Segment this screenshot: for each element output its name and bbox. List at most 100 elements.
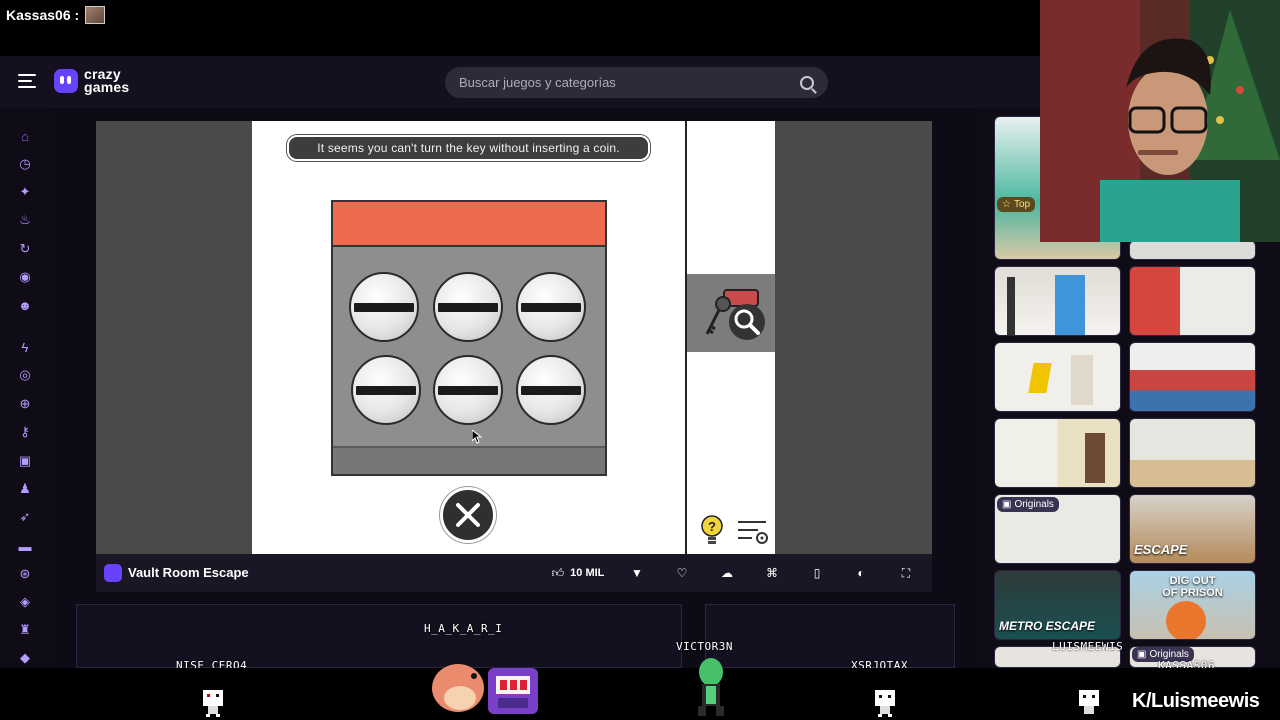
stream-user-avatar xyxy=(85,6,106,24)
favorite-button[interactable]: ♡ xyxy=(671,563,693,583)
theater-button[interactable]: ◐ xyxy=(850,563,872,583)
users-icon[interactable]: ☻ xyxy=(17,297,33,313)
close-button[interactable] xyxy=(440,487,496,543)
search-input[interactable] xyxy=(459,75,800,90)
coin-machine-base xyxy=(333,446,605,474)
theater-icon: ◐ xyxy=(857,566,865,580)
hint-lightbulb-icon[interactable]: ? xyxy=(700,515,724,547)
fullscreen-button[interactable]: ⛶ xyxy=(895,563,917,583)
like-button[interactable]: 👍︎ 10 MIL xyxy=(548,563,608,583)
game-tile[interactable] xyxy=(1129,418,1256,488)
coin-machine[interactable] xyxy=(331,200,607,476)
top-badge: ☆ Top xyxy=(997,197,1036,212)
svg-text:?: ? xyxy=(708,519,716,534)
coin-slot[interactable] xyxy=(516,272,586,342)
viewer-name: H_A_K_A_R_I xyxy=(424,622,503,635)
crazygames-small-icon: ▣ xyxy=(1002,499,1012,510)
pixel-character-icon xyxy=(432,664,538,714)
heart-icon: ♡ xyxy=(676,566,688,580)
left-sidebar: ⌂ ◷ ✦ ♨ ↻ ◉ ☻ ϟ ◎ ⊕ ⚷ ▣ ♟ ➶ ▬ ⊛ ◈ ♜ ◆ xyxy=(0,108,50,668)
game-tile[interactable]: ▣ Originals xyxy=(994,494,1121,564)
tile-title: ESCAPE xyxy=(1134,542,1188,557)
game-tile[interactable]: DIG OUT OF PRISON xyxy=(1129,570,1256,640)
viewer-name: VICTOR3N xyxy=(676,640,733,653)
tag-icon[interactable]: ◆ xyxy=(17,650,33,666)
car-icon[interactable]: ▬ xyxy=(17,538,33,554)
game-tile[interactable] xyxy=(1129,342,1256,412)
close-icon xyxy=(456,503,480,527)
coin-slot[interactable] xyxy=(433,355,503,425)
tile-title-line2: OF PRISON xyxy=(1162,587,1223,599)
embed-button[interactable]: ⌘ xyxy=(761,563,783,583)
mobile-button[interactable]: ▯ xyxy=(806,563,828,583)
viewer-name: LUISMEEWIS xyxy=(1052,640,1124,653)
tile-title-line1: DIG OUT xyxy=(1169,575,1216,587)
coin-slot[interactable] xyxy=(433,272,503,342)
tile-title: METRO ESCAPE xyxy=(999,619,1096,633)
coin-machine-top-panel xyxy=(333,202,605,247)
pixel-avatar-icon xyxy=(1079,690,1099,714)
figure-icon[interactable]: ♜ xyxy=(17,622,33,638)
game-tile[interactable]: ESCAPE xyxy=(1129,494,1256,564)
stream-user-label: Kassas06 : xyxy=(6,6,106,24)
search-icon[interactable] xyxy=(800,75,814,90)
game-message: It seems you can't turn the key without … xyxy=(287,135,650,161)
pixel-avatar-icon xyxy=(203,690,223,717)
game-tile[interactable] xyxy=(994,418,1121,488)
stream-brand-tag: K/Luismeewis xyxy=(1132,690,1260,712)
mouse-cursor-icon xyxy=(472,430,482,444)
flame-icon[interactable]: ♨ xyxy=(17,212,33,228)
logo-text-line2: games xyxy=(84,79,130,95)
clock-icon[interactable]: ◷ xyxy=(17,156,33,172)
coin-slot[interactable] xyxy=(516,355,586,425)
crazygames-logo-icon xyxy=(54,69,78,93)
basketball-icon[interactable]: ⊕ xyxy=(17,396,33,412)
thumbs-down-icon: ▼ xyxy=(631,566,643,580)
game-title: Vault Room Escape xyxy=(128,565,249,580)
star-icon: ☆ xyxy=(1002,199,1011,210)
cloud-icon: ☁ xyxy=(721,566,733,580)
pixel-alien-icon xyxy=(698,658,724,716)
screen: { "stream": { "user_label": "Kassas06 :"… xyxy=(0,0,1280,720)
inventory-slot-key[interactable] xyxy=(687,274,775,352)
game-tile[interactable] xyxy=(1129,240,1256,260)
dislike-button[interactable]: ▼ xyxy=(626,563,648,583)
comments-panel xyxy=(76,604,682,668)
zoom-magnifier-icon[interactable] xyxy=(727,302,767,342)
game-tile[interactable] xyxy=(994,342,1121,412)
compass-icon[interactable]: ◎ xyxy=(17,367,33,383)
side-panel xyxy=(705,604,955,668)
game-message-text: It seems you can't turn the key without … xyxy=(317,141,620,155)
game-tile[interactable] xyxy=(1129,266,1256,336)
menu-hamburger-icon[interactable] xyxy=(18,74,36,88)
originals-badge: ▣ Originals xyxy=(997,497,1059,512)
key-icon[interactable]: ⚷ xyxy=(17,424,33,440)
refresh-icon[interactable]: ↻ xyxy=(17,241,33,257)
fullscreen-icon: ⛶ xyxy=(901,565,911,580)
settings-menu-icon[interactable] xyxy=(736,518,770,546)
phone-icon: ▯ xyxy=(813,566,821,580)
bolt-icon[interactable]: ϟ xyxy=(17,339,33,355)
crazygames-logo[interactable]: crazy games xyxy=(54,67,130,95)
stream-username: Kassas06 : xyxy=(6,7,80,23)
coin-slot[interactable] xyxy=(349,272,419,342)
rocket-icon[interactable]: ➶ xyxy=(17,509,33,525)
cloud-save-button[interactable]: ☁ xyxy=(716,563,738,583)
webcam-overlay xyxy=(1040,0,1280,242)
home-icon[interactable]: ⌂ xyxy=(17,128,33,144)
game-toolbar: Vault Room Escape 👍︎ 10 MIL ▼ ♡ ☁ ⌘ ▯ ◐ … xyxy=(96,554,932,592)
coin-slot[interactable] xyxy=(351,355,421,425)
thumbs-up-icon: 👍︎ xyxy=(551,565,565,580)
webcam-video xyxy=(1040,0,1280,242)
user-icon[interactable]: ♟ xyxy=(17,481,33,497)
steering-icon[interactable]: ⊛ xyxy=(17,566,33,582)
embed-icon: ⌘ xyxy=(766,566,778,580)
game-tile[interactable] xyxy=(994,266,1121,336)
game-tile[interactable]: METRO ESCAPE xyxy=(994,570,1121,640)
like-count: 10 MIL xyxy=(570,567,605,579)
sparkle-icon[interactable]: ✦ xyxy=(17,184,33,200)
search-bar[interactable] xyxy=(445,67,828,98)
puzzle-icon[interactable]: ▣ xyxy=(17,453,33,469)
gamepad-icon[interactable]: ◈ xyxy=(17,594,33,610)
badge-icon[interactable]: ◉ xyxy=(17,269,33,285)
